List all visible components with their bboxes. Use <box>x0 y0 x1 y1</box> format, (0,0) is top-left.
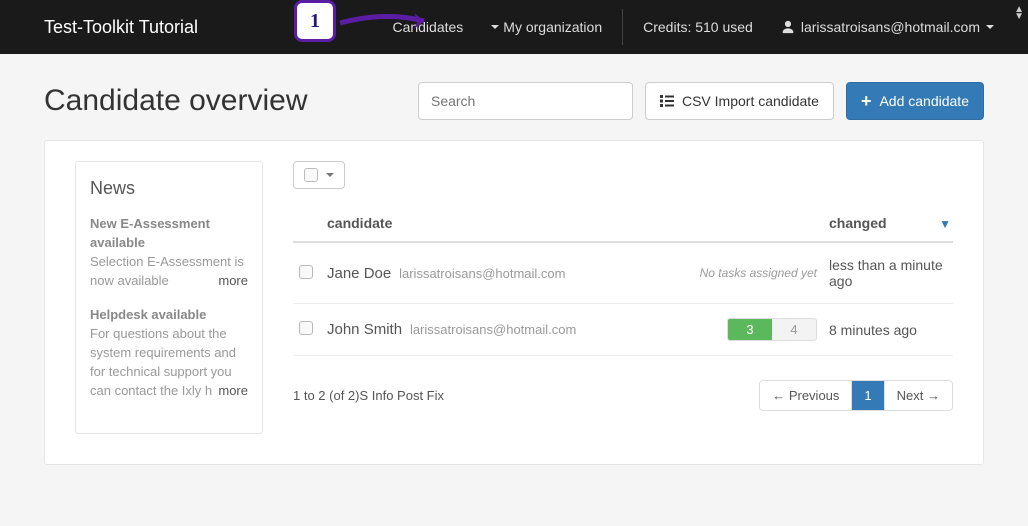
nav-user-label: larissatroisans@hotmail.com <box>801 19 980 35</box>
candidates-table: candidate ▲▼ changed ▼ <box>293 207 953 356</box>
tasks-cell: 3 4 <box>683 304 823 356</box>
row-checkbox[interactable] <box>299 321 313 335</box>
page-title: Candidate overview <box>44 84 418 118</box>
table-footer: 1 to 2 (of 2)S Info Post Fix ← Previous … <box>293 380 953 411</box>
changed-cell: 8 minutes ago <box>823 304 953 356</box>
table-row[interactable]: Jane Doe larissatroisans@hotmail.com No … <box>293 242 953 304</box>
nav-user-menu[interactable]: larissatroisans@hotmail.com <box>767 0 1008 54</box>
nav-credits: Credits: 510 used <box>629 0 767 54</box>
page-body: Candidate overview CSV Import candidate … <box>0 54 1028 465</box>
list-icon <box>660 95 674 107</box>
news-heading: News <box>90 178 248 199</box>
col-candidate[interactable]: candidate <box>321 207 683 242</box>
candidate-name: John Smith <box>327 321 402 338</box>
col-tasks: ▲▼ <box>683 207 823 242</box>
news-sidebar: News New E-Assessment available Selectio… <box>75 161 263 434</box>
candidate-name: Jane Doe <box>327 265 391 282</box>
pager-next[interactable]: Next → <box>885 381 952 410</box>
changed-cell: less than a minute ago <box>823 242 953 304</box>
news-item: New E-Assessment available Selection E-A… <box>90 215 248 290</box>
add-candidate-button[interactable]: + Add candidate <box>846 82 984 120</box>
task-progress-badge: 3 4 <box>727 318 817 341</box>
col-changed[interactable]: changed ▼ <box>823 207 953 242</box>
brand[interactable]: Test-Toolkit Tutorial <box>44 17 198 38</box>
candidate-email: larissatroisans@hotmail.com <box>399 266 565 281</box>
sort-icon: ▲▼ <box>1014 6 1024 20</box>
caret-down-icon <box>326 173 334 177</box>
checkbox-icon <box>304 168 318 182</box>
user-icon <box>781 20 795 34</box>
caret-down-icon <box>491 25 499 29</box>
tasks-pending: 4 <box>772 319 816 340</box>
pager-prev[interactable]: ← Previous <box>760 381 852 410</box>
col-candidate-label: candidate <box>327 215 392 231</box>
bulk-select-dropdown[interactable] <box>293 161 345 189</box>
bulk-actions-row <box>293 161 953 189</box>
candidates-main: candidate ▲▼ changed ▼ <box>293 161 953 434</box>
page-header: Candidate overview CSV Import candidate … <box>44 82 984 120</box>
main-panel: News New E-Assessment available Selectio… <box>44 140 984 465</box>
sort-desc-icon: ▼ <box>939 217 951 231</box>
add-candidate-label: Add candidate <box>879 93 969 109</box>
table-row[interactable]: John Smith larissatroisans@hotmail.com 3… <box>293 304 953 356</box>
candidate-email: larissatroisans@hotmail.com <box>410 322 576 337</box>
news-item: Helpdesk available For questions about t… <box>90 306 248 400</box>
news-item-title: New E-Assessment available <box>90 215 248 253</box>
csv-import-button[interactable]: CSV Import candidate <box>645 82 834 120</box>
search-input[interactable] <box>418 82 633 120</box>
news-item-title: Helpdesk available <box>90 306 248 325</box>
nav-candidates[interactable]: Candidates <box>378 0 477 54</box>
pager: ← Previous 1 Next → <box>759 380 953 411</box>
caret-down-icon <box>986 25 994 29</box>
range-info: 1 to 2 (of 2)S Info Post Fix <box>293 388 759 403</box>
nav-my-organization[interactable]: My organization <box>477 0 616 54</box>
news-more-link[interactable]: more <box>212 272 248 291</box>
col-changed-label: changed <box>829 215 887 231</box>
pager-page-1[interactable]: 1 <box>852 381 884 410</box>
plus-icon: + <box>861 92 872 110</box>
csv-import-label: CSV Import candidate <box>682 93 819 109</box>
news-more-link[interactable]: more <box>212 382 248 401</box>
nav-separator <box>622 9 623 45</box>
nav-my-organization-label: My organization <box>503 19 602 35</box>
tasks-cell: No tasks assigned yet <box>683 242 823 304</box>
tasks-done: 3 <box>728 319 772 340</box>
annotation-number: 1 <box>294 0 336 42</box>
row-checkbox[interactable] <box>299 265 313 279</box>
navbar: Test-Toolkit Tutorial 1 Candidates My or… <box>0 0 1028 54</box>
